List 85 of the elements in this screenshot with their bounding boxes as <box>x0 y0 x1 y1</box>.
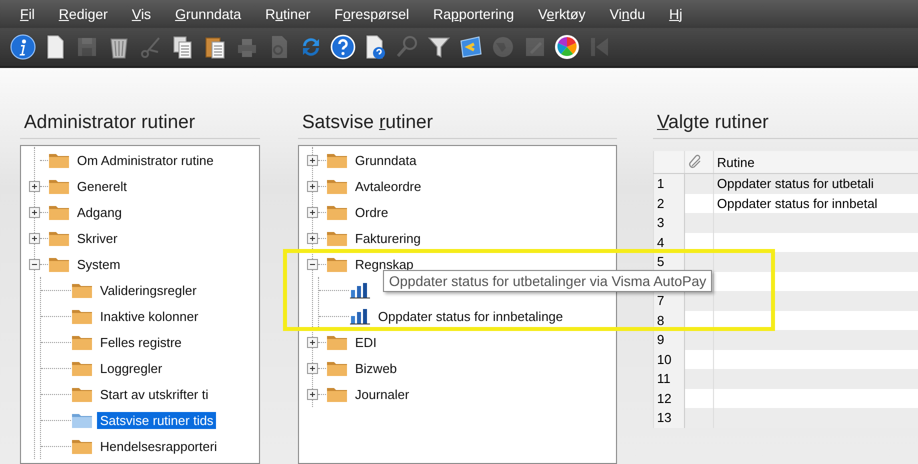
expand-icon[interactable] <box>307 180 318 192</box>
expand-icon[interactable] <box>307 336 318 348</box>
folder-icon <box>71 307 93 325</box>
expand-icon[interactable] <box>307 388 318 400</box>
menu-item[interactable]: Rutiner <box>253 6 322 22</box>
folder-icon <box>71 437 93 455</box>
folder-icon <box>71 385 93 403</box>
folder-icon <box>71 359 93 377</box>
tree-item[interactable]: Avtaleordre <box>352 178 424 194</box>
expand-icon[interactable] <box>29 180 40 192</box>
row-number: 10 <box>654 350 684 369</box>
tree-item[interactable]: Ordre <box>352 204 392 220</box>
folder-icon <box>326 255 348 273</box>
folder-icon <box>48 229 70 247</box>
folder-icon <box>326 229 348 247</box>
menu-item[interactable]: Grunndata <box>163 6 254 22</box>
table-cell: Oppdater status for utbetali <box>714 174 918 194</box>
folder-icon <box>326 151 348 169</box>
panel-title: Satsvise rutiner <box>298 112 617 139</box>
tree-item[interactable]: Loggregler <box>97 360 166 376</box>
tree-item[interactable]: Om Administrator rutine <box>74 152 217 168</box>
collapse-icon[interactable] <box>307 258 318 270</box>
expand-icon[interactable] <box>307 154 318 166</box>
row-number: 2 <box>654 194 684 213</box>
folder-icon <box>48 255 70 273</box>
tree-item[interactable]: Inaktive kolonner <box>97 308 202 324</box>
menu-item[interactable]: Rediger <box>46 6 120 22</box>
folder-icon <box>326 385 348 403</box>
row-number: 7 <box>654 291 684 310</box>
tree-item[interactable]: Bizweb <box>352 360 400 376</box>
folder-icon <box>48 151 70 169</box>
folder-icon <box>48 203 70 221</box>
column-header[interactable]: Rutine <box>714 151 918 174</box>
tree-item[interactable]: Journaler <box>352 386 412 402</box>
tree-item[interactable]: Hendelsesrapporteri <box>97 438 220 454</box>
tree-item[interactable]: Start av utskrifter ti <box>97 386 212 402</box>
row-number: 13 <box>654 408 684 428</box>
expand-icon[interactable] <box>29 206 40 218</box>
expand-icon[interactable] <box>307 232 318 244</box>
tree-item[interactable]: Valideringsregler <box>97 282 200 298</box>
row-number: 12 <box>654 388 684 408</box>
folder-icon <box>326 333 348 351</box>
expand-icon[interactable] <box>307 206 318 218</box>
bar-chart-icon <box>349 281 371 299</box>
tree-item[interactable]: EDI <box>352 334 380 350</box>
folder-icon <box>326 177 348 195</box>
panel-title: Administrator rutiner <box>20 112 260 139</box>
bar-chart-icon <box>349 307 371 325</box>
tree-item[interactable]: Skriver <box>74 230 120 246</box>
tree-item[interactable]: Oppdater status for innbetalinge <box>375 308 566 324</box>
row-number: 9 <box>654 330 684 350</box>
folder-icon <box>326 203 348 221</box>
menu-item[interactable]: Fil <box>8 6 47 22</box>
panel-title: Valgte rutiner <box>653 112 918 139</box>
tree-item[interactable]: Fakturering <box>352 230 424 246</box>
tree-item[interactable]: Adgang <box>74 204 125 220</box>
expand-icon[interactable] <box>29 232 40 244</box>
menu-item[interactable]: Rapportering <box>421 6 526 22</box>
menu-item[interactable]: Forespørsel <box>322 6 422 22</box>
tree-item[interactable]: Satsvise rutiner tids <box>97 412 216 428</box>
tree-item[interactable]: Felles registre <box>97 334 185 350</box>
tree-item[interactable]: System <box>74 256 124 272</box>
help-icon[interactable] <box>330 34 356 60</box>
tree-item[interactable]: Grunndata <box>352 152 420 168</box>
menu-item[interactable]: Vindu <box>598 6 658 22</box>
tree-item[interactable]: Generelt <box>74 178 130 194</box>
folder-icon <box>71 333 93 351</box>
row-number: 1 <box>654 174 684 194</box>
tooltip: Oppdater status for utbetalinger via Visma AutoPay <box>383 270 712 292</box>
collapse-icon[interactable] <box>29 258 40 270</box>
expand-icon[interactable] <box>307 362 318 374</box>
folder-icon <box>71 411 93 429</box>
tree-item[interactable]: Regnskap <box>352 256 417 272</box>
picture-arrow-icon[interactable] <box>458 34 484 60</box>
row-number: 3 <box>654 213 684 232</box>
folder-icon <box>326 359 348 377</box>
folder-icon <box>71 281 93 299</box>
menu-item[interactable]: Verktøy <box>526 6 598 22</box>
menu-item[interactable]: Hj <box>657 6 694 22</box>
row-number: 11 <box>654 369 684 388</box>
paperclip-icon <box>688 154 702 168</box>
menu-item[interactable]: Vis <box>120 6 164 22</box>
info-icon[interactable] <box>10 34 36 60</box>
folder-icon <box>48 177 70 195</box>
color-wheel-icon[interactable] <box>554 34 580 60</box>
